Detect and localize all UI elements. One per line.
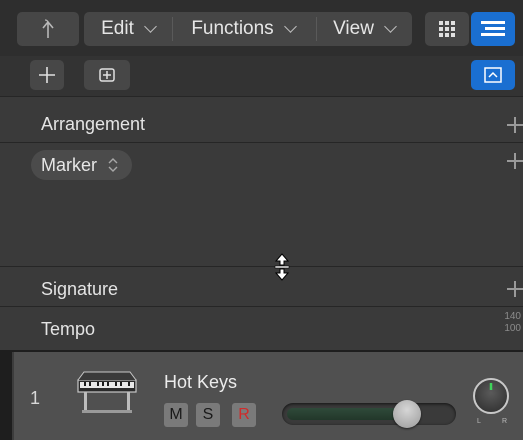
add-arrangement-icon[interactable]	[507, 117, 523, 133]
marker-selector[interactable]: Marker	[31, 150, 132, 180]
volume-slider-handle[interactable]	[393, 400, 421, 428]
chevron-down-icon	[144, 20, 157, 33]
add-marker-icon[interactable]	[507, 153, 523, 169]
pan-right-label: R	[502, 418, 508, 425]
add-signature-icon[interactable]	[507, 281, 523, 297]
volume-slider-fill	[287, 408, 399, 420]
electric-piano-icon	[77, 371, 137, 413]
up-down-chevron-icon	[108, 158, 118, 172]
mute-button[interactable]: M	[164, 403, 188, 427]
chevron-down-icon	[283, 20, 297, 33]
chevron-up-box-icon	[484, 67, 502, 83]
record-label: R	[238, 406, 250, 423]
view-menu[interactable]: View	[318, 12, 410, 46]
record-enable-button[interactable]: R	[232, 403, 256, 427]
back-button[interactable]	[17, 12, 79, 46]
arrangement-label: Arrangement	[41, 114, 146, 134]
solo-label: S	[202, 406, 214, 423]
add-folder-icon	[99, 68, 115, 82]
collapse-global-tracks-button[interactable]	[471, 60, 515, 90]
signature-track[interactable]: Signature	[0, 266, 523, 307]
pan-left-label: L	[477, 418, 481, 425]
pan-indicator	[489, 383, 493, 390]
tempo-track[interactable]: Tempo	[0, 306, 523, 351]
pan-knob[interactable]	[473, 378, 509, 414]
list-view-button[interactable]	[471, 12, 515, 46]
grid-view-button[interactable]	[425, 12, 469, 46]
secondary-toolbar	[0, 56, 523, 96]
grid-icon	[439, 21, 455, 37]
add-track-button[interactable]	[30, 60, 64, 90]
chevron-down-icon	[384, 20, 397, 33]
functions-menu-label: Functions	[191, 18, 274, 39]
back-arrow-icon	[42, 19, 54, 38]
track-name: Hot Keys	[164, 372, 238, 392]
solo-button[interactable]: S	[196, 403, 220, 427]
plus-icon	[39, 67, 55, 83]
track-number: 1	[30, 388, 41, 408]
arrangement-track[interactable]: Arrangement	[0, 96, 523, 143]
marker-selector-label: Marker	[41, 154, 98, 175]
tempo-label: Tempo	[41, 319, 96, 339]
view-menu-label: View	[333, 18, 374, 39]
signature-label: Signature	[41, 279, 119, 299]
edit-menu-label: Edit	[101, 18, 134, 39]
divider	[172, 17, 173, 41]
toolbar: Edit Functions View	[0, 0, 523, 56]
tempo-max: 140	[504, 311, 521, 322]
resize-cursor-icon	[274, 253, 290, 281]
divider	[316, 17, 317, 41]
mute-label: M	[169, 406, 183, 423]
new-track-stack-button[interactable]	[84, 60, 130, 90]
list-icon	[481, 21, 505, 36]
edit-menu[interactable]: Edit	[86, 12, 170, 46]
tempo-min: 100	[504, 323, 521, 334]
functions-menu[interactable]: Functions	[174, 12, 312, 46]
tempo-scale: 140 100	[504, 311, 521, 335]
